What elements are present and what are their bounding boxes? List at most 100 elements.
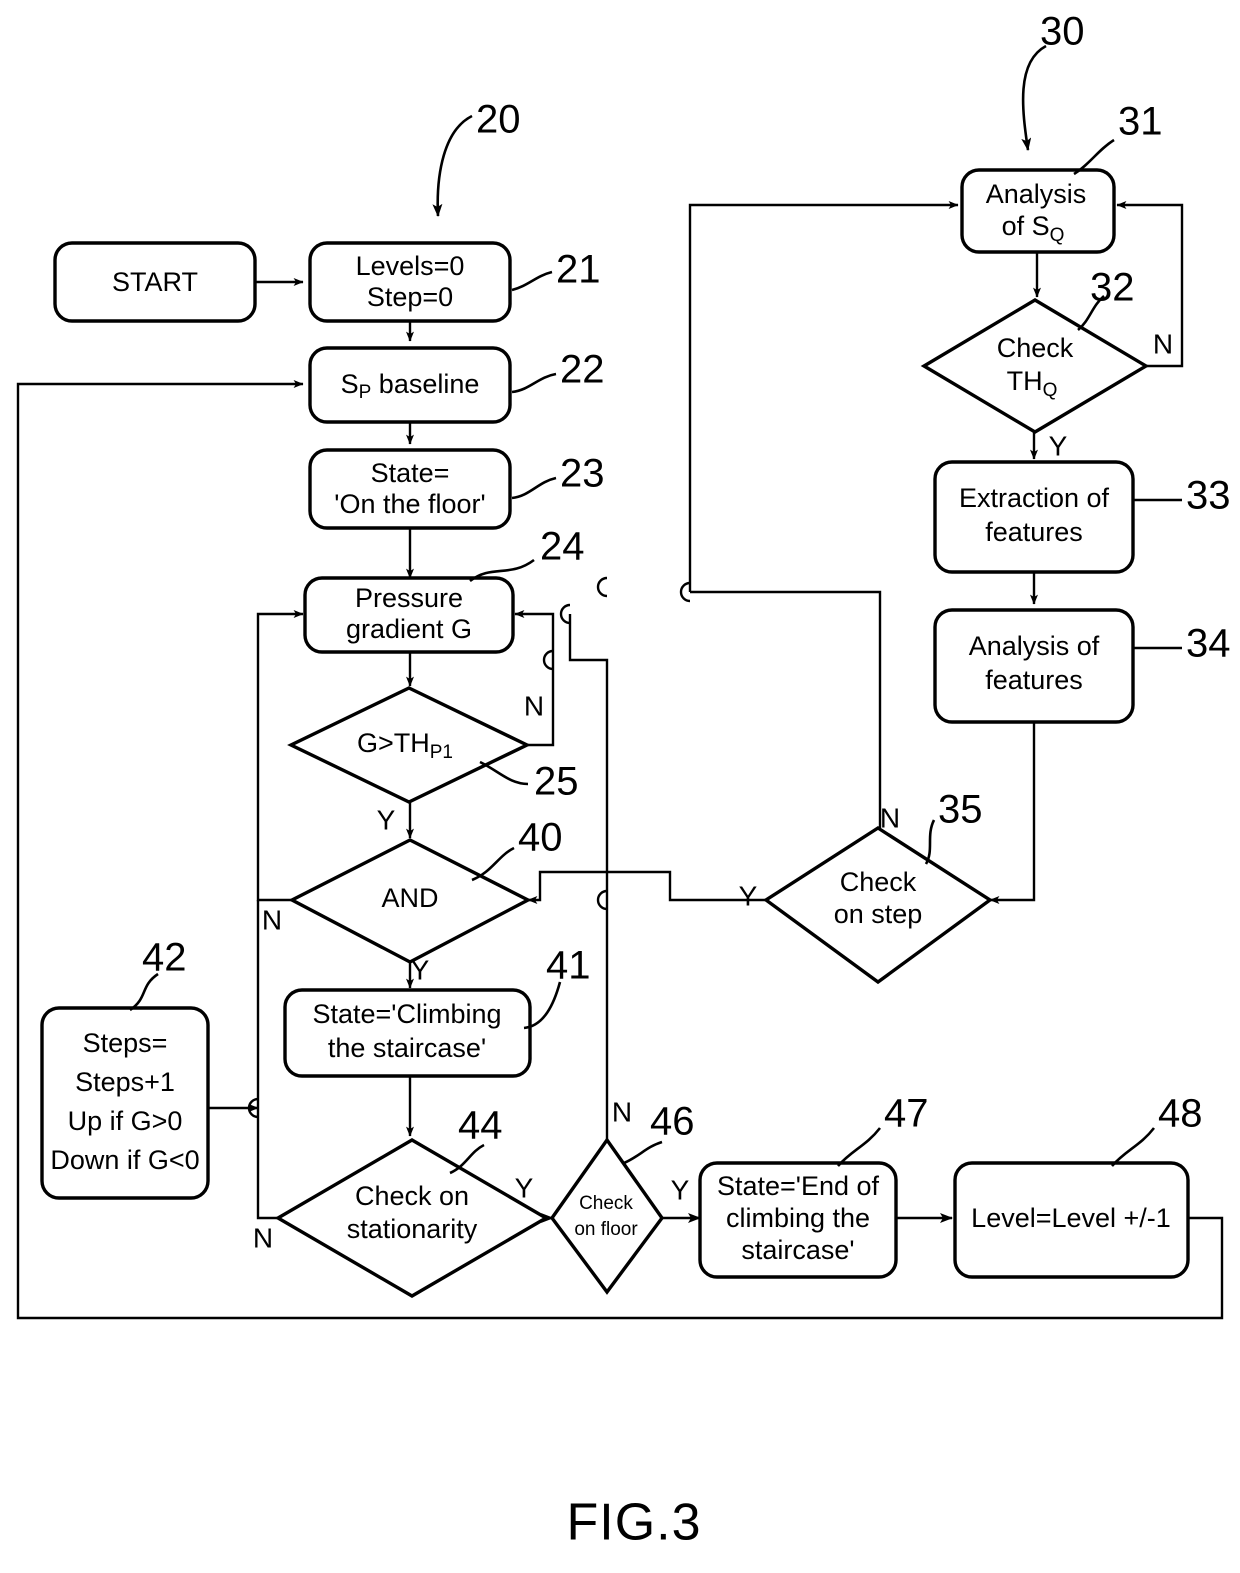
node-23-line2: 'On the floor' <box>334 489 485 519</box>
leader-44 <box>449 1143 485 1175</box>
leader-46 <box>623 1140 663 1165</box>
node-42-line2: Steps+1 <box>75 1067 175 1097</box>
node-40-label: AND <box>381 883 438 913</box>
branch-40-yes: Y <box>411 954 430 985</box>
node-33-extraction-features[interactable]: Extraction of features <box>933 460 1135 574</box>
pointer-20-arrow <box>432 114 473 217</box>
ref-label-33: 33 <box>1186 474 1231 518</box>
ref-label-32: 32 <box>1090 266 1135 310</box>
branch-44-yes: Y <box>515 1172 534 1203</box>
branch-46-no: N <box>612 1096 632 1127</box>
node-42-line3: Up if G>0 <box>68 1106 183 1136</box>
node-24-pressure-gradient[interactable]: Pressure gradient G <box>303 576 515 654</box>
node-47-state-end[interactable]: State='End of climbing the staircase' <box>698 1161 898 1279</box>
node-21-line1: Levels=0 <box>356 251 465 281</box>
ref-label-22: 22 <box>560 348 605 392</box>
line-hop-1 <box>596 576 608 598</box>
node-47-line3: staircase' <box>741 1235 854 1265</box>
node-31-line1: Analysis <box>986 179 1087 209</box>
branch-25-yes: Y <box>377 804 396 835</box>
node-23-line1: State= <box>371 458 450 488</box>
node-44-line1: Check on <box>355 1181 469 1211</box>
node-start-label: START <box>112 267 198 297</box>
ref-label-20: 20 <box>476 98 521 142</box>
node-34-line2: features <box>985 665 1083 695</box>
node-31-analysis-sq[interactable]: Analysis of SQ <box>960 168 1116 254</box>
node-25-decision-gth[interactable]: G>THP1 <box>287 686 531 804</box>
ref-label-23: 23 <box>560 452 605 496</box>
node-47-line2: climbing the <box>726 1203 870 1233</box>
node-34-analysis-features[interactable]: Analysis of features <box>933 608 1135 724</box>
branch-35-yes: Y <box>739 880 758 911</box>
node-42-line4: Down if G<0 <box>50 1145 199 1175</box>
edge-35-no-seg2 <box>688 201 959 592</box>
leader-21 <box>511 270 553 292</box>
node-32-line1: Check <box>997 333 1074 363</box>
node-44-decision-stationarity[interactable]: Check on stationarity <box>274 1138 550 1298</box>
pointer-30-arrow <box>1021 44 1047 151</box>
figure-page: START Levels=0 Step=0 21 SP baseline 22 … <box>0 0 1240 1573</box>
node-41-line2: the staircase' <box>328 1033 486 1063</box>
edge-40-no-to-24 <box>256 610 304 902</box>
node-48-level-update[interactable]: Level=Level +/-1 <box>953 1161 1190 1279</box>
ref-label-40: 40 <box>518 816 563 860</box>
ref-label-25: 25 <box>534 760 579 804</box>
node-start[interactable]: START <box>53 241 257 323</box>
node-34-line1: Analysis of <box>969 631 1100 661</box>
node-21-line2: Step=0 <box>367 282 453 312</box>
node-46-decision-floor[interactable]: Check on floor <box>549 1137 665 1295</box>
line-hop-4 <box>679 581 691 603</box>
node-35-line1: Check <box>840 867 917 897</box>
node-22-baseline[interactable]: SP baseline <box>308 346 512 424</box>
node-35-decision-step[interactable]: Check on step <box>762 825 994 985</box>
ref-label-24: 24 <box>540 525 585 569</box>
edge-35-no-seg1 <box>690 590 882 828</box>
flowchart-canvas: START Levels=0 Step=0 21 SP baseline 22 … <box>16 10 1231 1552</box>
edge-46-no-turn <box>568 614 600 662</box>
ref-label-30: 30 <box>1040 10 1085 54</box>
node-21-init[interactable]: Levels=0 Step=0 <box>308 241 512 323</box>
ref-label-41: 41 <box>546 944 591 988</box>
node-41-state-climbing[interactable]: State='Climbing the staircase' <box>283 988 532 1078</box>
node-33-line2: features <box>985 517 1083 547</box>
node-42-line1: Steps= <box>83 1028 168 1058</box>
node-35-line2: on step <box>834 899 923 929</box>
edge-35-yes-to-40 <box>527 870 765 904</box>
node-46-line1: Check <box>579 1193 633 1214</box>
node-48-label: Level=Level +/-1 <box>971 1203 1171 1233</box>
branch-46-yes: Y <box>671 1174 690 1205</box>
ref-label-34: 34 <box>1186 622 1231 666</box>
line-hop-2 <box>559 603 571 625</box>
node-23-state-floor[interactable]: State= 'On the floor' <box>308 448 512 530</box>
node-47-line1: State='End of <box>717 1171 880 1201</box>
edge-25-no-to-24 <box>514 610 555 747</box>
node-24-line2: gradient G <box>346 614 472 644</box>
branch-44-no: N <box>253 1222 273 1253</box>
ref-label-31: 31 <box>1118 100 1163 144</box>
ref-label-46: 46 <box>650 1100 695 1144</box>
ref-label-47: 47 <box>884 1092 929 1136</box>
figure-caption: FIG.3 <box>566 1494 701 1552</box>
branch-32-yes: Y <box>1049 430 1068 461</box>
edge-46-no-riser <box>600 658 609 1140</box>
branch-32-no: N <box>1153 328 1173 359</box>
leader-35 <box>924 819 936 865</box>
edge-34-to-35 <box>989 721 1036 904</box>
node-32-decision-thq[interactable]: Check THQ <box>920 298 1150 434</box>
leader-47 <box>837 1127 882 1167</box>
leader-22 <box>511 372 557 394</box>
line-hop-3 <box>542 649 554 671</box>
node-40-decision-and[interactable]: AND <box>288 838 532 964</box>
ref-label-35: 35 <box>938 788 983 832</box>
ref-label-21: 21 <box>556 248 601 292</box>
ref-label-48: 48 <box>1158 1092 1203 1136</box>
ref-label-42: 42 <box>142 936 187 980</box>
node-24-line1: Pressure <box>355 583 463 613</box>
node-42-steps-counter[interactable]: Steps= Steps+1 Up if G>0 Down if G<0 <box>40 1006 210 1200</box>
node-46-line2: on floor <box>574 1219 638 1240</box>
node-41-line1: State='Climbing <box>313 999 502 1029</box>
leader-48 <box>1111 1127 1156 1167</box>
branch-35-no: N <box>880 802 900 833</box>
node-33-line1: Extraction of <box>959 483 1110 513</box>
ref-label-44: 44 <box>458 1104 503 1148</box>
